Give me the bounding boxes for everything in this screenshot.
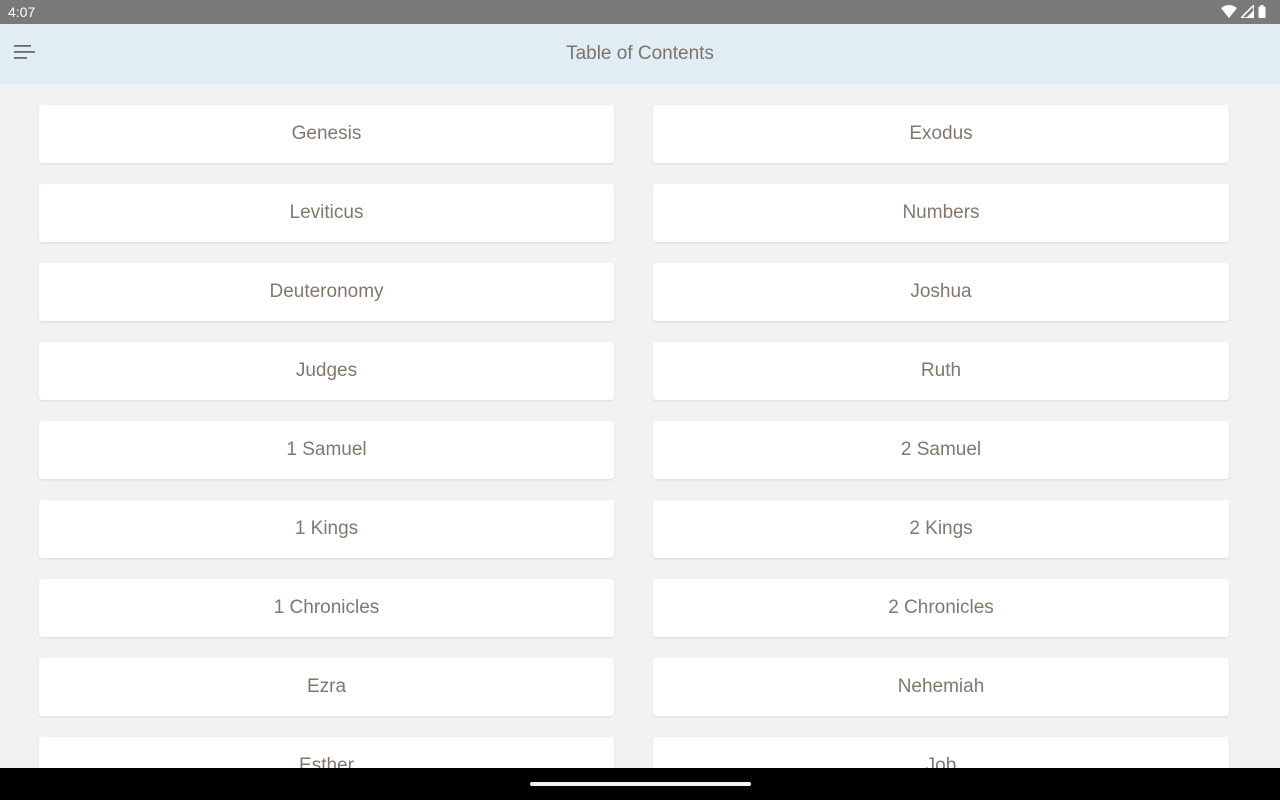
book-job[interactable]: Job — [653, 737, 1229, 768]
book-label: 1 Kings — [294, 518, 359, 539]
book-grid: Genesis Exodus Leviticus Numbers Deutero… — [39, 105, 1229, 768]
home-handle[interactable] — [530, 782, 751, 786]
book-esther[interactable]: Esther — [39, 737, 614, 768]
menu-button[interactable] — [8, 38, 42, 70]
navigation-bar — [0, 768, 1280, 800]
wifi-icon — [1221, 5, 1237, 21]
book-2-kings[interactable]: 2 Kings — [653, 500, 1229, 558]
book-label: 1 Chronicles — [273, 597, 380, 618]
book-label: 2 Kings — [909, 518, 973, 539]
book-label: 2 Chronicles — [888, 597, 994, 618]
book-nehemiah[interactable]: Nehemiah — [653, 658, 1229, 716]
status-bar: 4:07 — [0, 0, 1280, 24]
book-ruth[interactable]: Ruth — [653, 342, 1229, 400]
book-numbers[interactable]: Numbers — [653, 184, 1229, 242]
table-of-contents-list[interactable]: Genesis Exodus Leviticus Numbers Deutero… — [0, 84, 1280, 768]
book-1-kings[interactable]: 1 Kings — [39, 500, 614, 558]
book-label: Genesis — [291, 123, 362, 144]
book-joshua[interactable]: Joshua — [653, 263, 1229, 321]
book-deuteronomy[interactable]: Deuteronomy — [39, 263, 614, 321]
book-1-chronicles[interactable]: 1 Chronicles — [39, 579, 614, 637]
book-ezra[interactable]: Ezra — [39, 658, 614, 716]
menu-icon[interactable] — [14, 44, 36, 64]
book-label: Numbers — [902, 202, 980, 223]
book-label: Ruth — [920, 360, 962, 381]
book-exodus[interactable]: Exodus — [653, 105, 1229, 163]
book-label: Judges — [295, 360, 358, 381]
book-label: Exodus — [909, 123, 973, 144]
app-bar: Table of Contents — [0, 24, 1280, 84]
signal-icon — [1239, 3, 1255, 21]
book-judges[interactable]: Judges — [39, 342, 614, 400]
book-2-samuel[interactable]: 2 Samuel — [653, 421, 1229, 479]
battery-icon — [1258, 5, 1266, 21]
book-label: Ezra — [306, 676, 347, 697]
book-label: Job — [925, 755, 957, 768]
book-label: Nehemiah — [897, 676, 985, 697]
book-label: Deuteronomy — [269, 281, 384, 302]
book-label: Leviticus — [289, 202, 364, 223]
book-label: 1 Samuel — [286, 439, 367, 460]
book-label: 2 Samuel — [900, 439, 982, 460]
book-leviticus[interactable]: Leviticus — [39, 184, 614, 242]
book-1-samuel[interactable]: 1 Samuel — [39, 421, 614, 479]
book-genesis[interactable]: Genesis — [39, 105, 614, 163]
page-title: Table of Contents — [566, 43, 714, 64]
status-time: 4:07 — [8, 4, 36, 20]
book-label: Esther — [299, 755, 354, 768]
book-2-chronicles[interactable]: 2 Chronicles — [653, 579, 1229, 637]
status-icons — [1221, 3, 1266, 21]
book-label: Joshua — [910, 281, 972, 302]
